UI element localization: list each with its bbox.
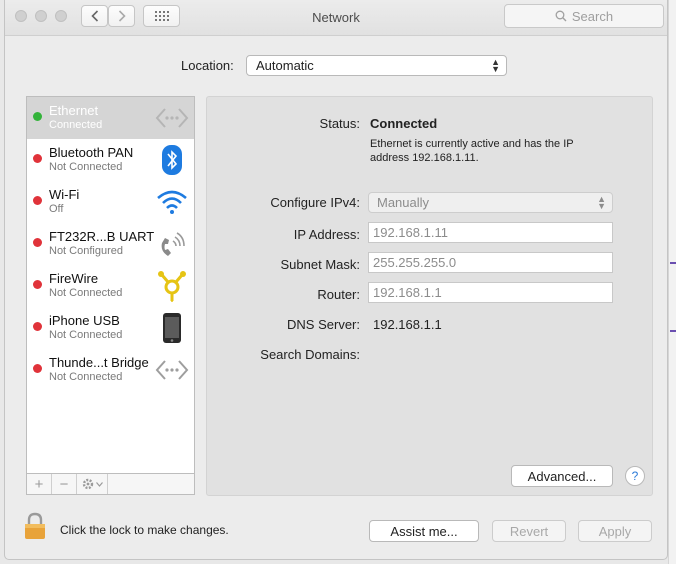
wifi-icon	[155, 185, 189, 219]
service-name: Bluetooth PAN	[49, 145, 134, 160]
subnet-mask-label: Subnet Mask:	[280, 257, 361, 272]
location-popup[interactable]: Automatic ▲ ▼	[246, 55, 507, 76]
configure-ipv4-value: Manually	[377, 195, 430, 210]
service-name: iPhone USB	[49, 313, 120, 328]
advanced-button[interactable]: Advanced...	[511, 465, 613, 487]
service-item-iphone-usb[interactable]: iPhone USB Not Connected	[27, 307, 194, 349]
status-value: Connected	[370, 116, 438, 131]
lock-button[interactable]	[23, 512, 47, 540]
help-button[interactable]: ?	[625, 466, 645, 486]
service-name: FireWire	[49, 271, 99, 286]
status-description-line1: Ethernet is currently active and has the…	[370, 138, 574, 150]
search-icon	[555, 10, 567, 22]
status-description-line2: address 192.168.1.11.	[370, 152, 479, 164]
bluetooth-icon	[155, 143, 189, 177]
ip-address-field[interactable]: 192.168.1.11	[368, 222, 613, 243]
plus-icon: +	[34, 475, 44, 493]
dns-server-value: 192.168.1.1	[373, 317, 442, 332]
search-field[interactable]: Search	[504, 4, 664, 28]
service-status: Not Connected	[49, 329, 123, 341]
popup-arrows-icon: ▲ ▼	[491, 56, 500, 74]
service-item-ethernet[interactable]: Ethernet Connected	[27, 97, 194, 139]
service-name: Thunde...t Bridge	[49, 355, 149, 370]
service-item-firewire[interactable]: FireWire Not Connected	[27, 265, 194, 307]
location-value: Automatic	[256, 58, 314, 73]
search-domains-label: Search Domains:	[260, 347, 360, 362]
service-item-bluetooth-pan[interactable]: Bluetooth PAN Not Connected	[27, 139, 194, 181]
service-status: Not Configured	[49, 245, 123, 257]
service-name: FT232R...B UART	[49, 229, 155, 244]
service-item-ft232r-uart[interactable]: FT232R...B UART Not Configured	[27, 223, 194, 265]
chevron-down-icon	[95, 481, 103, 487]
title-bar: Network Search	[5, 0, 667, 36]
service-status: Connected	[49, 119, 103, 131]
assist-me-button[interactable]: Assist me...	[369, 520, 479, 542]
service-status: Not Connected	[49, 287, 123, 299]
status-dot	[33, 154, 42, 163]
status-dot	[33, 364, 42, 373]
network-preferences-window: Network Search Location: Automatic ▲ ▼ Et…	[4, 0, 668, 560]
status-dot	[33, 196, 42, 205]
lock-message: Click the lock to make changes.	[60, 523, 229, 537]
status-label: Status:	[319, 116, 360, 131]
service-name: Wi-Fi	[49, 187, 80, 202]
gear-icon	[82, 478, 93, 490]
subnet-mask-field[interactable]: 255.255.255.0	[368, 252, 613, 273]
configure-ipv4-popup[interactable]: Manually ▲ ▼	[368, 192, 613, 213]
status-dot	[33, 112, 42, 121]
status-dot	[33, 322, 42, 331]
firewire-icon	[155, 269, 189, 303]
service-status: Not Connected	[49, 371, 123, 383]
router-field[interactable]: 192.168.1.1	[368, 282, 613, 303]
phone-modem-icon	[155, 227, 189, 261]
router-label: Router:	[317, 287, 360, 302]
service-status: Not Connected	[49, 161, 123, 173]
location-label: Location:	[181, 58, 234, 73]
ip-address-value: 192.168.1.11	[373, 225, 448, 240]
thunderbolt-bridge-icon	[155, 353, 189, 387]
status-dot	[33, 238, 42, 247]
status-dot	[33, 280, 42, 289]
service-list-toolbar: + −	[26, 474, 195, 495]
service-detail-panel: Status: Connected Ethernet is currently …	[206, 96, 653, 496]
service-name: Ethernet	[49, 103, 99, 118]
service-actions-button[interactable]	[77, 474, 108, 494]
background-window-edge	[668, 0, 676, 564]
dns-server-label: DNS Server:	[287, 317, 360, 332]
add-service-button[interactable]: +	[27, 474, 52, 494]
router-value: 192.168.1.1	[373, 285, 442, 300]
iphone-icon	[155, 311, 189, 345]
lock-icon	[25, 512, 45, 539]
apply-button[interactable]: Apply	[578, 520, 652, 542]
popup-arrows-icon: ▲ ▼	[597, 193, 606, 211]
ethernet-icon	[155, 101, 189, 135]
search-placeholder: Search	[571, 8, 614, 24]
configure-ipv4-label: Configure IPv4:	[270, 195, 360, 210]
subnet-mask-value: 255.255.255.0	[373, 255, 457, 270]
service-item-wifi[interactable]: Wi-Fi Off	[27, 181, 194, 223]
revert-button[interactable]: Revert	[492, 520, 566, 542]
service-status: Off	[49, 203, 64, 215]
service-item-thunderbolt-bridge[interactable]: Thunde...t Bridge Not Connected	[27, 349, 194, 391]
service-list: Ethernet Connected Bluetooth PAN Not Con…	[26, 96, 195, 474]
minus-icon: −	[59, 475, 69, 493]
remove-service-button[interactable]: −	[52, 474, 77, 494]
ip-address-label: IP Address:	[293, 227, 360, 242]
